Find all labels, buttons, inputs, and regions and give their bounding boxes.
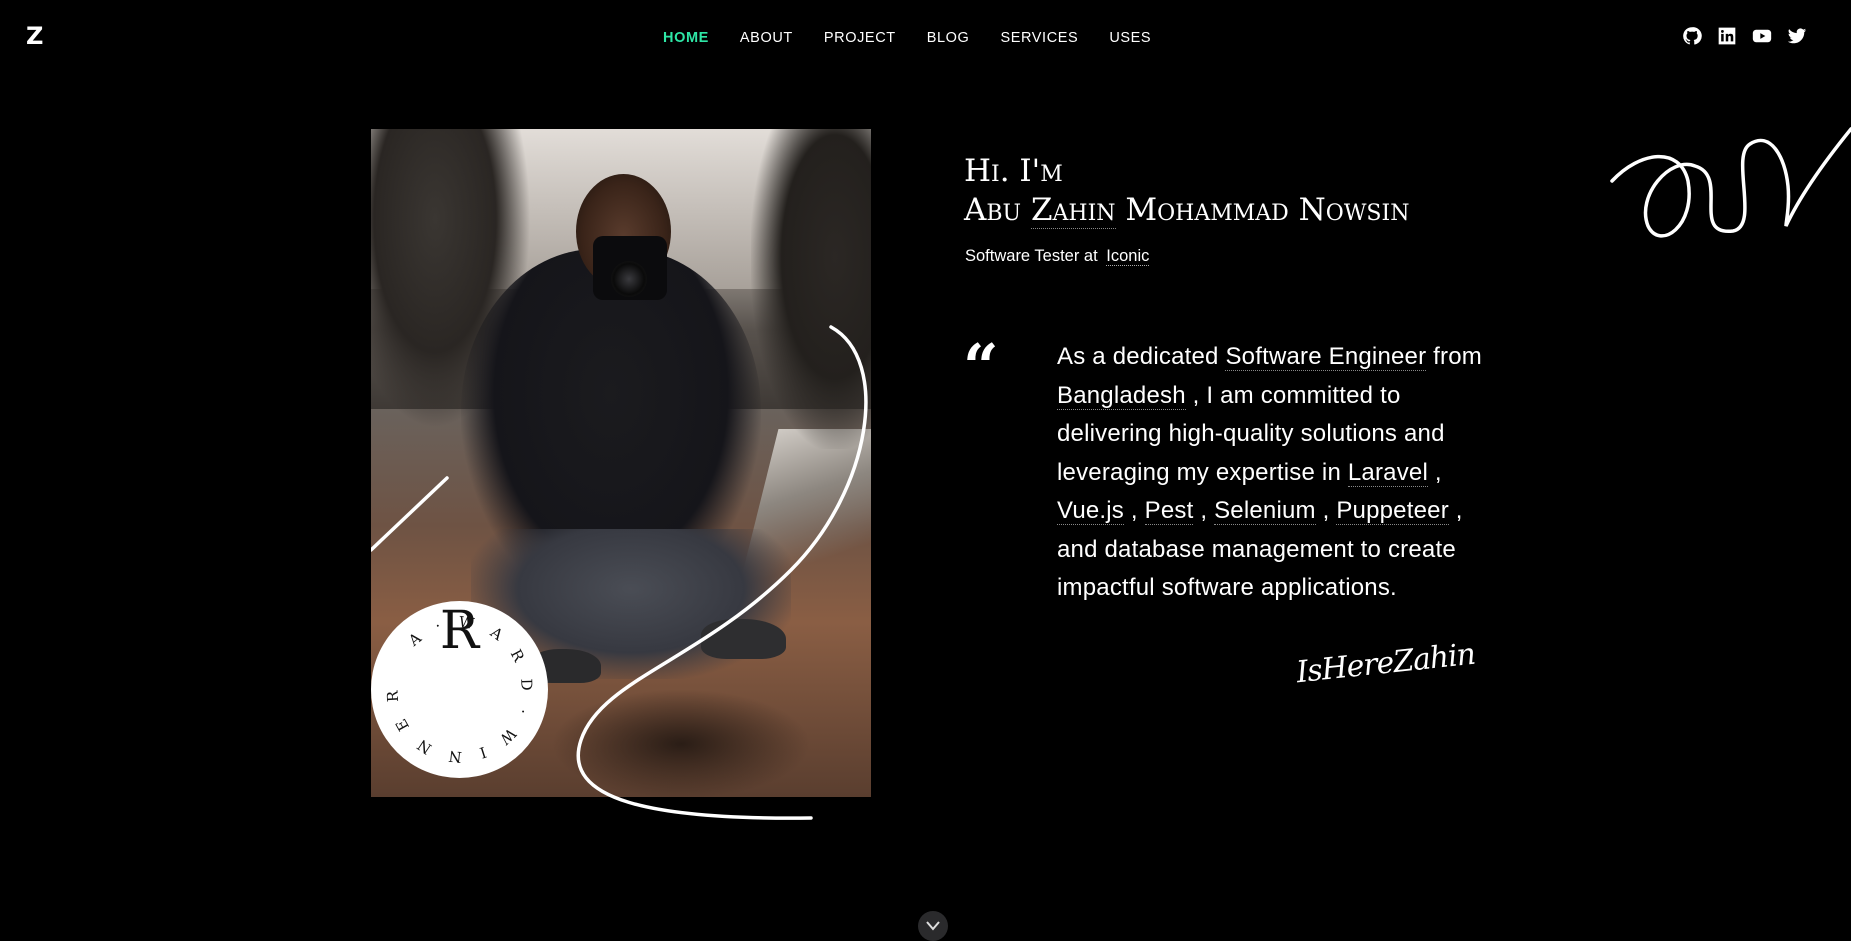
nav-uses[interactable]: USES: [1109, 30, 1151, 46]
nav-project[interactable]: PROJECT: [824, 30, 896, 46]
bio-paragraph: As a dedicated Software Engineer from Ba…: [1057, 343, 1482, 601]
greeting: Hi. I'm: [964, 153, 1063, 189]
chevron-down-icon: [926, 921, 940, 931]
site-logo[interactable]: Z: [26, 22, 43, 50]
badge-letter: R: [439, 601, 480, 661]
social-links: [1669, 26, 1809, 48]
company-link[interactable]: Iconic: [1106, 247, 1150, 266]
award-badge: A · W A R D · W I N N E R · R: [371, 601, 548, 778]
nav-about[interactable]: ABOUT: [740, 30, 793, 46]
github-icon[interactable]: [1682, 26, 1704, 48]
youtube-icon[interactable]: [1752, 26, 1774, 48]
role-line: Software Tester at Iconic: [965, 247, 1150, 266]
highlight-pest: Pest: [1144, 497, 1194, 525]
hero-heading: Hi. I'm Abu Zahin Mohammad Nowsin: [964, 152, 1409, 230]
twitter-icon[interactable]: [1787, 26, 1809, 48]
highlight-selenium: Selenium: [1214, 497, 1316, 525]
role-prefix: Software Tester at: [965, 247, 1098, 265]
nav-services[interactable]: SERVICES: [1000, 30, 1078, 46]
nav-blog[interactable]: BLOG: [927, 30, 970, 46]
signature: IsHereZahin: [1294, 636, 1477, 691]
nav-home[interactable]: HOME: [663, 30, 709, 46]
highlight-laravel: Laravel: [1347, 458, 1428, 487]
scroll-down-button[interactable]: [918, 911, 948, 941]
main-nav: HOME ABOUT PROJECT BLOG SERVICES USES: [663, 30, 1182, 46]
decorative-scribble: [1610, 127, 1851, 238]
quote-icon: “: [963, 330, 999, 403]
full-name: Abu Zahin Mohammad Nowsin: [964, 192, 1410, 229]
highlight-software-engineer: Software Engineer: [1225, 343, 1427, 371]
highlight-vuejs: Vue.js: [1057, 497, 1125, 525]
highlight-puppeteer: Puppeteer: [1336, 497, 1449, 525]
highlight-bangladesh: Bangladesh: [1057, 381, 1186, 410]
linkedin-icon[interactable]: [1717, 26, 1739, 48]
